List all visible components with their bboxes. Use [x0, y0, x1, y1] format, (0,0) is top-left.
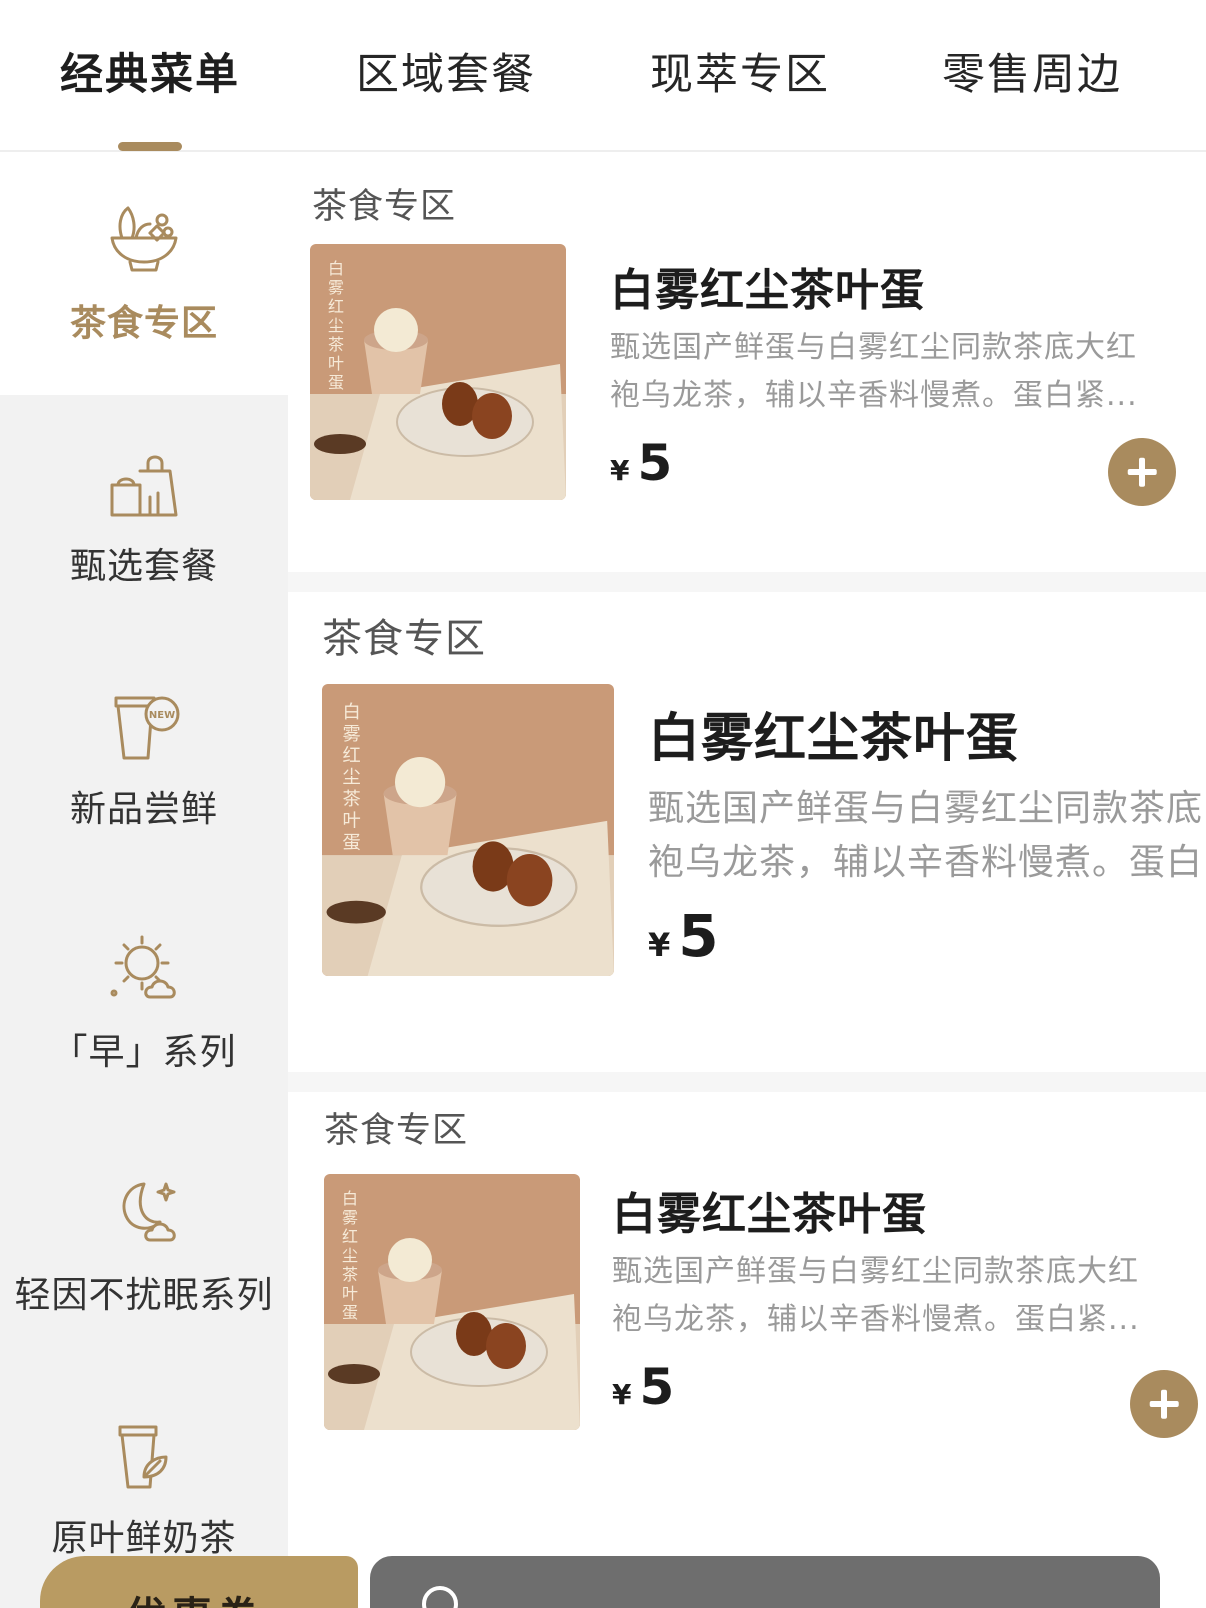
top-tab-bar: 经典菜单 区域套餐 现萃专区 零售周边	[0, 0, 1206, 152]
sidebar-item-tea-snacks[interactable]: 茶食专区	[0, 152, 288, 395]
product-list: 茶食专区 白雾红尘茶叶蛋 白雾红尘茶叶蛋 甄选国产鲜蛋与白雾红尘同款茶底大红 袍…	[288, 152, 1206, 1608]
add-to-cart-button[interactable]	[1130, 1370, 1198, 1438]
sidebar-item-label: 「早」系列	[51, 1032, 237, 1073]
image-caption: 白雾红尘茶叶蛋	[328, 259, 344, 392]
product-card[interactable]: 茶食专区 白雾红尘茶叶蛋 白雾红尘茶	[288, 152, 1206, 572]
product-image[interactable]: 白雾红尘茶叶蛋	[310, 244, 566, 500]
category-sidebar: 茶食专区 甄选套餐 NEW 新品尝鲜 「早」系列 轻因不扰眠系列 原叶鲜奶茶	[0, 152, 288, 1608]
add-to-cart-button[interactable]	[1108, 438, 1176, 506]
active-tab-indicator	[118, 142, 182, 151]
product-image[interactable]: 白雾红尘茶叶蛋	[322, 684, 614, 976]
sidebar-item-label: 新品尝鲜	[69, 789, 218, 830]
sidebar-item-label: 甄选套餐	[69, 546, 218, 587]
sidebar-item-morning-series[interactable]: 「早」系列	[0, 881, 288, 1124]
tab-retail-merch[interactable]: 零售周边	[942, 40, 1122, 102]
product-description: 甄选国产鲜蛋与白雾红尘同款茶底大红 袍乌龙茶，辅以辛香料慢煮。蛋白紧...	[610, 330, 1138, 413]
product-description: 甄选国产鲜蛋与白雾红尘同款茶底大红 袍乌龙茶，辅以辛香料慢煮。蛋白紧...	[612, 1254, 1140, 1337]
new-cup-icon: NEW	[114, 696, 180, 760]
menu-page: 经典菜单 区域套餐 现萃专区 零售周边 茶食专区 甄选套餐 NEW 新品尝鲜 「…	[0, 0, 1206, 1608]
shopping-bags-icon	[110, 455, 178, 517]
section-title: 茶食专区	[312, 187, 457, 227]
product-description: 甄选国产鲜蛋与白雾红尘同款茶底 袍乌龙茶，辅以辛香料慢煮。蛋白	[648, 788, 1204, 883]
sidebar-item-new-arrivals[interactable]: NEW 新品尝鲜	[0, 638, 288, 881]
tab-fresh-brew[interactable]: 现萃专区	[650, 40, 830, 102]
tab-regional-combo[interactable]: 区域套餐	[356, 40, 536, 102]
product-name: 白雾红尘茶叶蛋	[648, 709, 1020, 769]
product-card[interactable]: 茶食专区 白雾红尘茶叶蛋 白雾红尘茶	[288, 1092, 1206, 1608]
sidebar-item-label: 轻因不扰眠系列	[14, 1275, 274, 1316]
tab-classic-menu[interactable]: 经典菜单	[60, 40, 240, 102]
product-price: ¥5	[610, 434, 673, 492]
product-name: 白雾红尘茶叶蛋	[612, 1189, 927, 1240]
coupon-button[interactable]: 优惠券	[40, 1556, 358, 1608]
sidebar-item-low-caffeine[interactable]: 轻因不扰眠系列	[0, 1124, 288, 1367]
product-image[interactable]: 白雾红尘茶叶蛋	[324, 1174, 580, 1430]
sidebar-item-select-combo[interactable]: 甄选套餐	[0, 395, 288, 638]
product-name: 白雾红尘茶叶蛋	[610, 265, 925, 316]
product-price: ¥5	[612, 1358, 675, 1416]
sidebar-item-label: 原叶鲜奶茶	[51, 1518, 237, 1559]
search-icon[interactable]	[418, 1582, 468, 1608]
leaf-cup-icon	[118, 1425, 168, 1489]
moon-cloud-icon	[122, 1182, 176, 1242]
product-card[interactable]: 茶食专区 白雾红尘茶叶蛋 白雾红尘茶	[288, 592, 1206, 1072]
image-caption: 白雾红尘茶叶蛋	[343, 702, 361, 853]
section-title: 茶食专区	[324, 1111, 469, 1151]
coupon-label: 优惠券	[126, 1584, 264, 1608]
product-price: ¥5	[648, 902, 719, 970]
sidebar-item-label: 茶食专区	[69, 303, 218, 344]
section-title: 茶食专区	[322, 616, 486, 662]
svg-text:NEW: NEW	[149, 710, 175, 721]
sun-cloud-icon	[110, 935, 176, 999]
cart-bar[interactable]	[370, 1556, 1160, 1608]
salad-bowl-icon	[110, 206, 178, 272]
image-caption: 白雾红尘茶叶蛋	[342, 1189, 358, 1322]
